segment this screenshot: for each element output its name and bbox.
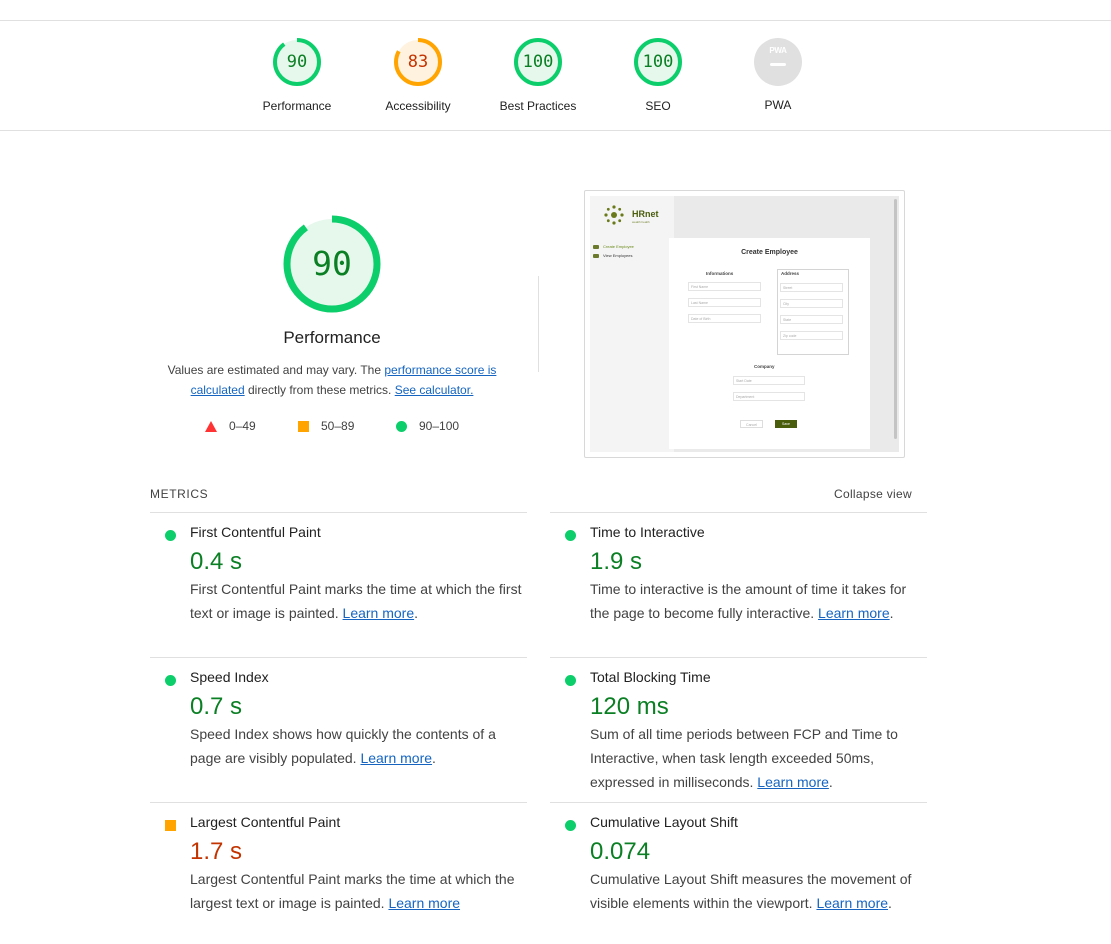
metric-total-blocking-time: Total Blocking Time 120 ms Sum of all ti… [550, 657, 927, 802]
screenshot-scrollbar [894, 199, 897, 439]
metric-value: 0.074 [590, 838, 651, 865]
pass-circle-icon [165, 675, 176, 686]
gauge-seo[interactable]: 100 SEO [598, 37, 718, 113]
metric-value: 0.4 s [190, 548, 243, 575]
metrics-heading: METRICS [150, 487, 209, 501]
gauge-performance[interactable]: 90 Performance [237, 37, 357, 113]
triangle-icon [205, 420, 217, 432]
pass-circle-icon [565, 530, 576, 541]
screenshot-logo-sub: wealth health [632, 220, 650, 224]
gauge-label: Best Practices [499, 99, 577, 113]
collapse-view-button[interactable]: Collapse view [834, 487, 912, 501]
gauge-accessibility[interactable]: 83 Accessibility [358, 37, 478, 113]
metric-first-contentful-paint: First Contentful Paint 0.4 s First Conte… [150, 512, 527, 657]
gauge-ring: 100 [633, 37, 683, 87]
screenshot-nav-create: Create Employee [593, 244, 634, 249]
performance-description: Values are estimated and may vary. The p… [167, 363, 497, 397]
metric-value: 1.9 s [590, 548, 643, 575]
metric-speed-index: Speed Index 0.7 s Speed Index shows how … [150, 657, 527, 802]
average-square-icon [165, 820, 176, 831]
metric-cumulative-layout-shift: Cumulative Layout Shift 0.074 Cumulative… [550, 802, 927, 932]
metric-value: 120 ms [590, 693, 669, 720]
screenshot-logo-text: HRnet [632, 209, 659, 219]
gauge-pwa[interactable]: PWA PWA [718, 37, 838, 112]
gauge-best-practices[interactable]: 100 Best Practices [478, 37, 598, 113]
gauge-ring: 90 [272, 37, 322, 87]
legend-average: 50–89 [298, 419, 354, 433]
learn-more-link[interactable]: Learn more [818, 605, 890, 621]
vertical-divider [538, 276, 539, 372]
square-icon [298, 420, 309, 432]
pass-circle-icon [565, 820, 576, 831]
pass-circle-icon [565, 675, 576, 686]
screenshot-form-card: Create Employee Informations Address Fir… [669, 238, 870, 449]
gauge-label: PWA [764, 98, 792, 112]
learn-more-link[interactable]: Learn more [757, 774, 829, 790]
legend-fail: 0–49 [205, 419, 256, 433]
final-screenshot[interactable]: HRnet wealth health Create Employee View… [584, 190, 905, 458]
hrnet-logo-icon [604, 205, 624, 225]
screenshot-page: HRnet wealth health Create Employee View… [590, 196, 899, 452]
gauge-label: Accessibility [385, 99, 451, 113]
learn-more-link[interactable]: Learn more [343, 605, 415, 621]
metric-time-to-interactive: Time to Interactive 1.9 s Time to intera… [550, 512, 927, 657]
gauge-score: 100 [522, 52, 554, 72]
gauge-label: SEO [645, 99, 671, 113]
gauge-ring: 100 [513, 37, 563, 87]
metric-value: 0.7 s [190, 693, 243, 720]
metric-value: 1.7 s [190, 838, 243, 865]
gauge-score: 90 [286, 52, 308, 72]
screenshot-nav-view: View Employees [593, 253, 633, 258]
legend-pass: 90–100 [396, 419, 459, 433]
gauge-label: Performance [262, 99, 332, 113]
metric-largest-contentful-paint: Largest Contentful Paint 1.7 s Largest C… [150, 802, 527, 932]
category-gauges-bar: 90 Performance 83 Accessibility 100 Best… [0, 21, 1111, 131]
learn-more-link[interactable]: Learn more [816, 895, 888, 911]
performance-gauge: 90 [282, 214, 382, 314]
performance-title: Performance [283, 328, 381, 347]
see-calculator-link[interactable]: See calculator. [395, 383, 474, 397]
screenshot-sidebar [590, 196, 674, 452]
learn-more-link[interactable]: Learn more [388, 895, 460, 911]
pass-circle-icon [165, 530, 176, 541]
gauge-score: 83 [407, 52, 429, 72]
performance-score: 90 [312, 244, 352, 283]
gauge-score: 100 [642, 52, 674, 72]
learn-more-link[interactable]: Learn more [360, 750, 432, 766]
gauge-ring: 83 [393, 37, 443, 87]
pwa-badge-icon: PWA [754, 38, 802, 86]
circle-icon [396, 420, 407, 432]
